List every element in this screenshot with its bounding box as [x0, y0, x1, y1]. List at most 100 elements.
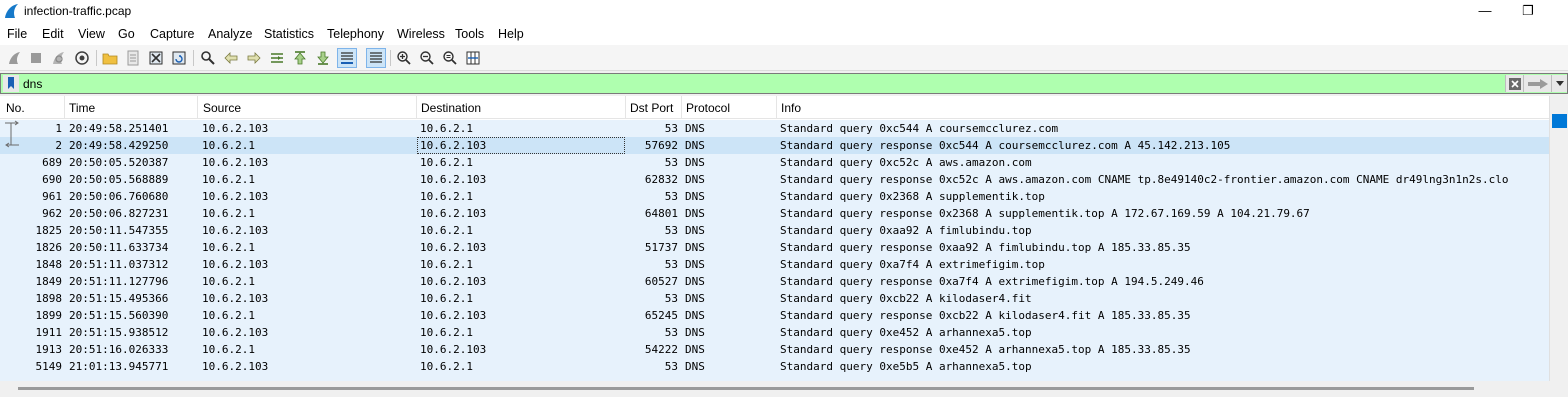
zoom-in-icon[interactable]	[394, 48, 414, 68]
menu-capture[interactable]: Capture	[150, 27, 194, 41]
menu-statistics[interactable]: Statistics	[264, 27, 314, 41]
resize-columns-icon[interactable]	[463, 48, 483, 68]
column-divider[interactable]	[776, 96, 777, 119]
vertical-scrollbar-thumb[interactable]	[1552, 114, 1567, 128]
go-back-icon[interactable]	[221, 48, 241, 68]
cell-no: 1849	[35, 275, 63, 288]
zoom-out-icon[interactable]	[417, 48, 437, 68]
menu-wireless[interactable]: Wireless	[397, 27, 445, 41]
cell-destination: 10.6.2.103	[420, 343, 487, 356]
cell-no: 1	[55, 122, 62, 135]
clear-filter-icon[interactable]	[1505, 75, 1523, 92]
filter-history-dropdown-icon[interactable]	[1551, 75, 1567, 92]
reload-file-icon[interactable]	[169, 48, 189, 68]
cell-no: 1913	[35, 343, 63, 356]
column-header-no[interactable]: No.	[6, 101, 25, 115]
menu-edit[interactable]: Edit	[42, 27, 64, 41]
menu-go[interactable]: Go	[118, 27, 135, 41]
toolbar-separator	[390, 50, 391, 66]
cell-info: Standard query response 0xe452 A arhanne…	[780, 343, 1191, 356]
column-header-source[interactable]: Source	[203, 101, 241, 115]
cell-time: 20:49:58.429250	[69, 139, 169, 152]
cell-protocol: DNS	[685, 122, 705, 135]
packet-row[interactable]: 1825 20:50:11.547355 10.6.2.103 10.6.2.1…	[0, 222, 1549, 239]
auto-scroll-icon[interactable]	[337, 48, 357, 68]
column-divider[interactable]	[681, 96, 682, 119]
column-divider[interactable]	[197, 96, 198, 119]
menu-file[interactable]: File	[7, 27, 27, 41]
packet-row[interactable]: 961 20:50:06.760680 10.6.2.103 10.6.2.1 …	[0, 188, 1549, 205]
go-first-icon[interactable]	[290, 48, 310, 68]
column-divider[interactable]	[64, 96, 65, 119]
filter-bookmark-icon[interactable]	[3, 75, 19, 92]
column-header-info[interactable]: Info	[781, 101, 801, 115]
packet-row[interactable]: 690 20:50:05.568889 10.6.2.1 10.6.2.103 …	[0, 171, 1549, 188]
packet-row[interactable]: 1848 20:51:11.037312 10.6.2.103 10.6.2.1…	[0, 256, 1549, 273]
column-divider[interactable]	[416, 96, 417, 119]
menu-analyze[interactable]: Analyze	[208, 27, 252, 41]
cell-time: 20:50:05.520387	[69, 156, 169, 169]
cell-source: 10.6.2.103	[202, 190, 269, 203]
cell-destination: 10.6.2.103	[420, 173, 487, 186]
go-forward-icon[interactable]	[244, 48, 264, 68]
column-header-dst-port[interactable]: Dst Port	[630, 101, 673, 115]
cell-time: 20:50:06.760680	[69, 190, 169, 203]
cell-destination: 10.6.2.1	[420, 360, 473, 373]
start-capture-icon[interactable]	[4, 48, 24, 68]
related-packet-response-icon	[5, 137, 19, 148]
cell-destination: 10.6.2.1	[420, 122, 473, 135]
packet-row-selected[interactable]: 2 20:49:58.429250 10.6.2.1 10.6.2.103 57…	[0, 137, 1549, 154]
zoom-normal-icon[interactable]	[440, 48, 460, 68]
cell-destination: 10.6.2.1	[420, 156, 473, 169]
vertical-scrollbar[interactable]	[1549, 96, 1568, 381]
column-header-time[interactable]: Time	[69, 101, 95, 115]
cell-no: 1826	[35, 241, 63, 254]
apply-filter-icon[interactable]	[1523, 75, 1551, 92]
packet-row[interactable]: 5149 21:01:13.945771 10.6.2.103 10.6.2.1…	[0, 358, 1549, 375]
column-header-protocol[interactable]: Protocol	[686, 101, 730, 115]
cell-destination: 10.6.2.103	[420, 309, 487, 322]
menu-view[interactable]: View	[78, 27, 105, 41]
packet-row[interactable]: 689 20:50:05.520387 10.6.2.103 10.6.2.1 …	[0, 154, 1549, 171]
minimize-button[interactable]: —	[1475, 2, 1495, 20]
related-packet-request-icon	[5, 120, 19, 137]
open-file-icon[interactable]	[100, 48, 120, 68]
cell-no: 1825	[35, 224, 63, 237]
horizontal-scrollbar[interactable]	[0, 381, 1549, 397]
close-file-icon[interactable]	[146, 48, 166, 68]
packet-row[interactable]: 962 20:50:06.827231 10.6.2.1 10.6.2.103 …	[0, 205, 1549, 222]
colorize-icon[interactable]	[366, 48, 386, 68]
cell-protocol: DNS	[685, 224, 705, 237]
display-filter-bar	[0, 73, 1568, 94]
cell-time: 20:51:15.560390	[69, 309, 169, 322]
packet-row[interactable]: 1911 20:51:15.938512 10.6.2.103 10.6.2.1…	[0, 324, 1549, 341]
packet-row[interactable]: 1899 20:51:15.560390 10.6.2.1 10.6.2.103…	[0, 307, 1549, 324]
packet-row[interactable]: 1 20:49:58.251401 10.6.2.103 10.6.2.1 53…	[0, 120, 1549, 137]
capture-options-icon[interactable]	[72, 48, 92, 68]
cell-source: 10.6.2.103	[202, 224, 269, 237]
cell-destination: 10.6.2.1	[420, 292, 473, 305]
find-packet-icon[interactable]	[198, 48, 218, 68]
horizontal-scrollbar-thumb[interactable]	[18, 387, 1474, 390]
save-file-icon[interactable]	[123, 48, 143, 68]
cell-destination: 10.6.2.103	[420, 139, 487, 152]
go-to-packet-icon[interactable]	[267, 48, 287, 68]
menu-bar: File Edit View Go Capture Analyze Statis…	[0, 23, 1568, 45]
restart-capture-icon[interactable]	[48, 48, 68, 68]
display-filter-input[interactable]	[23, 74, 1503, 93]
toolbar-separator	[96, 50, 97, 66]
column-header-destination[interactable]: Destination	[421, 101, 481, 115]
go-last-icon[interactable]	[313, 48, 333, 68]
cell-dst-port: 51737	[644, 241, 678, 254]
column-divider[interactable]	[625, 96, 626, 119]
stop-capture-icon[interactable]	[26, 48, 46, 68]
packet-row[interactable]: 1826 20:50:11.633734 10.6.2.1 10.6.2.103…	[0, 239, 1549, 256]
menu-help[interactable]: Help	[498, 27, 524, 41]
wireshark-fin-icon	[5, 4, 18, 18]
restore-button[interactable]: ❐	[1518, 2, 1538, 20]
packet-row[interactable]: 1913 20:51:16.026333 10.6.2.1 10.6.2.103…	[0, 341, 1549, 358]
packet-row[interactable]: 1849 20:51:11.127796 10.6.2.1 10.6.2.103…	[0, 273, 1549, 290]
menu-tools[interactable]: Tools	[455, 27, 484, 41]
menu-telephony[interactable]: Telephony	[327, 27, 384, 41]
packet-row[interactable]: 1898 20:51:15.495366 10.6.2.103 10.6.2.1…	[0, 290, 1549, 307]
